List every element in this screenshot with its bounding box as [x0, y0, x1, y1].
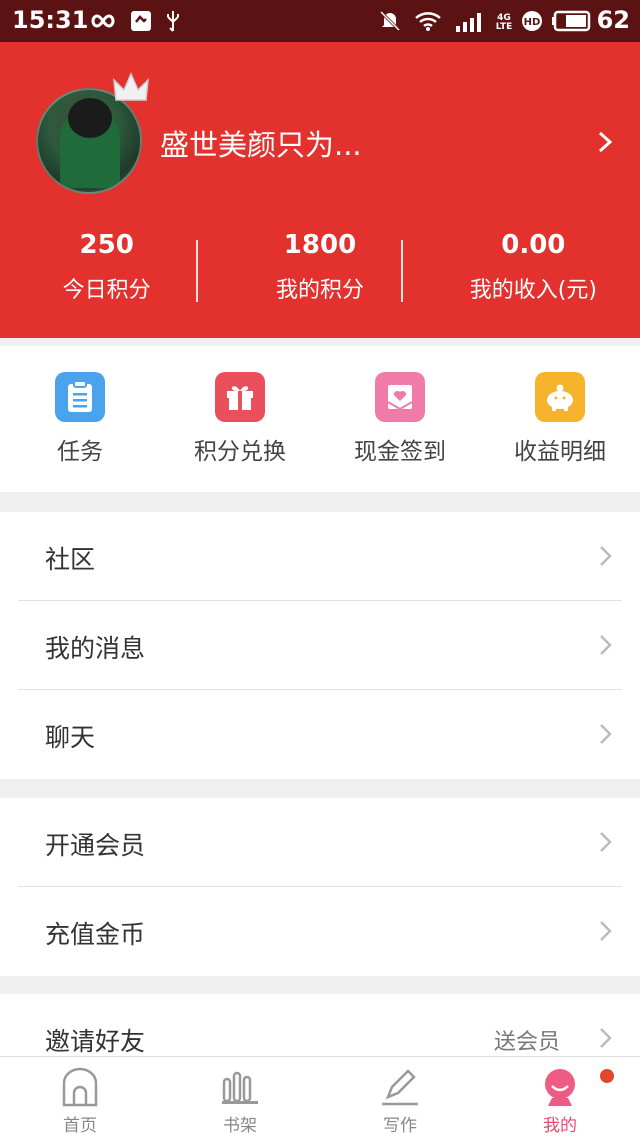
nav-profile[interactable]: 我的	[480, 1057, 640, 1138]
menu-item-invite-friends[interactable]: 邀请好友 送会员	[0, 994, 640, 1056]
signal-icon	[454, 8, 486, 34]
stat-divider	[196, 240, 198, 302]
username[interactable]: 盛世美颜只为...	[160, 122, 362, 164]
stat-today-points[interactable]: 250 今日积分	[0, 230, 213, 310]
bottom-nav: 首页 书架 写作 我的	[0, 1056, 640, 1138]
menu-group-social: 社区 我的消息 聊天	[0, 512, 640, 779]
menu-item-label: 开通会员	[45, 831, 146, 860]
quick-action-income-detail[interactable]: 收益明细	[480, 346, 640, 492]
stat-divider	[401, 240, 403, 302]
quick-action-cash-checkin[interactable]: 现金签到	[320, 346, 480, 492]
network-type: 4G LTE	[494, 10, 514, 36]
gift-icon	[215, 372, 265, 422]
menu-item-community[interactable]: 社区	[0, 512, 640, 601]
nav-label: 我的	[543, 1116, 577, 1136]
stat-label: 我的收入(元)	[469, 278, 597, 303]
menu-group-invite: 邀请好友 送会员	[0, 994, 640, 1056]
crown-icon	[113, 72, 149, 101]
stat-value: 250	[79, 230, 134, 260]
mute-icon	[378, 8, 402, 34]
menu-item-label: 社区	[45, 545, 96, 574]
stat-my-points[interactable]: 1800 我的积分	[213, 230, 426, 310]
chevron-right-icon	[600, 1028, 612, 1048]
status-time: 15:31	[12, 6, 89, 34]
nav-bookshelf[interactable]: 书架	[160, 1057, 320, 1138]
profile-header[interactable]: 盛世美颜只为... 250 今日积分 1800 我的积分 0.00 我的收入(元…	[0, 42, 640, 338]
bookshelf-icon	[218, 1065, 262, 1109]
quick-action-exchange[interactable]: 积分兑换	[160, 346, 320, 492]
nav-label: 写作	[383, 1116, 417, 1136]
battery-level: 62	[596, 6, 630, 34]
chevron-right-icon	[600, 921, 612, 941]
home-icon	[58, 1065, 102, 1109]
menu-item-membership[interactable]: 开通会员	[0, 798, 640, 887]
chevron-right-icon	[600, 635, 612, 655]
svg-text:HD: HD	[524, 17, 541, 28]
nav-home[interactable]: 首页	[0, 1057, 160, 1138]
pen-icon	[378, 1065, 422, 1109]
app-notification-icon	[130, 8, 152, 34]
menu-item-label: 充值金币	[45, 920, 146, 949]
nav-label: 首页	[63, 1116, 97, 1136]
menu-item-label: 我的消息	[45, 634, 146, 663]
menu-item-label: 聊天	[45, 723, 96, 752]
profile-icon	[538, 1065, 582, 1109]
avatar-hair	[68, 98, 112, 138]
menu-item-label: 邀请好友	[45, 1027, 146, 1056]
quick-actions: 任务 积分兑换 现金签到 收益明细	[0, 346, 640, 492]
chevron-right-icon	[600, 832, 612, 852]
task-list-icon	[55, 372, 105, 422]
battery-icon	[552, 8, 592, 34]
stat-label: 我的积分	[275, 278, 364, 303]
menu-item-hint: 送会员	[493, 1030, 560, 1055]
quick-action-label: 任务	[57, 439, 103, 465]
nav-label: 书架	[223, 1116, 257, 1136]
quick-action-label: 积分兑换	[194, 439, 286, 465]
hd-icon: HD	[520, 8, 544, 34]
menu-item-recharge[interactable]: 充值金币	[0, 887, 640, 976]
stat-value: 1800	[283, 230, 357, 260]
network-label: 4G LTE	[495, 13, 513, 32]
menu-item-messages[interactable]: 我的消息	[0, 601, 640, 690]
usb-icon	[164, 8, 182, 34]
infinity-icon	[88, 8, 118, 34]
notification-dot	[600, 1069, 614, 1083]
status-bar: 15:31 4G LTE HD 62	[0, 0, 640, 42]
piggy-bank-icon	[535, 372, 585, 422]
stat-value: 0.00	[501, 230, 566, 260]
chevron-right-icon[interactable]	[596, 130, 614, 154]
quick-action-task[interactable]: 任务	[0, 346, 160, 492]
quick-action-label: 收益明细	[514, 439, 606, 465]
nav-write[interactable]: 写作	[320, 1057, 480, 1138]
quick-action-label: 现金签到	[354, 439, 446, 465]
wifi-icon	[414, 8, 442, 34]
menu-item-chat[interactable]: 聊天	[0, 690, 640, 779]
chevron-right-icon	[600, 724, 612, 744]
stat-my-income[interactable]: 0.00 我的收入(元)	[427, 230, 640, 310]
chevron-right-icon	[600, 546, 612, 566]
menu-group-membership: 开通会员 充值金币	[0, 798, 640, 976]
stats-row: 250 今日积分 1800 我的积分 0.00 我的收入(元)	[0, 230, 640, 310]
stat-label: 今日积分	[62, 278, 151, 303]
heart-envelope-icon	[375, 372, 425, 422]
